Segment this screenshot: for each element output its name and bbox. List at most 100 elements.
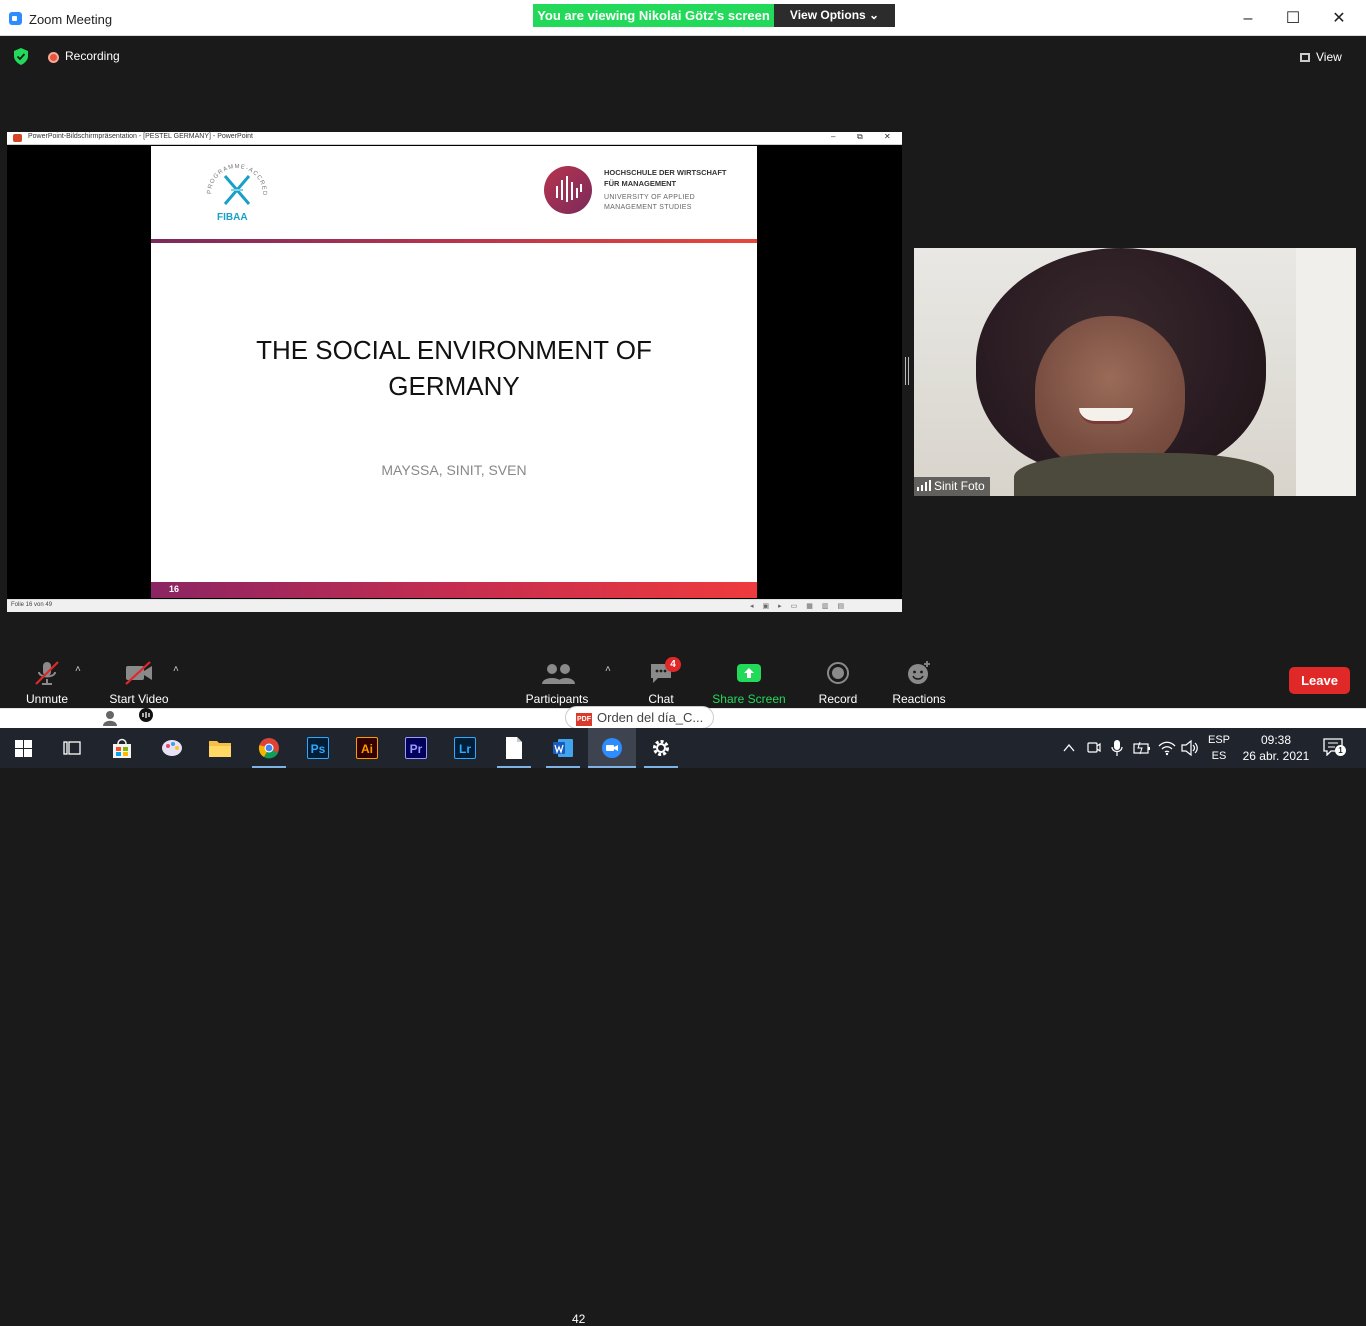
- video-person-smile: [1079, 408, 1133, 424]
- school-logo: [544, 166, 592, 214]
- notifications-button[interactable]: 1: [1323, 738, 1346, 758]
- chat-label: Chat: [648, 692, 674, 706]
- taskbar-zoom[interactable]: [588, 728, 636, 768]
- start-button[interactable]: [0, 728, 48, 768]
- video-options-caret[interactable]: ˄: [173, 664, 179, 675]
- participant-video[interactable]: Sinit Foto: [914, 248, 1356, 496]
- start-video-button[interactable]: Start Video: [106, 650, 172, 706]
- zoom-app-icon: [9, 12, 22, 25]
- shared-screen: PowerPoint-Bildschirmpräsentation - [PES…: [7, 132, 902, 612]
- recording-label: Recording: [65, 49, 120, 63]
- battery-icon[interactable]: [1133, 741, 1151, 755]
- unmute-button[interactable]: Unmute: [20, 650, 74, 706]
- input-language[interactable]: ESP ES: [1206, 732, 1232, 764]
- meet-now-icon[interactable]: [1087, 740, 1101, 756]
- chevron-up-icon[interactable]: [1063, 743, 1075, 753]
- participants-label: Participants: [525, 692, 589, 706]
- powerpoint-title-bar: PowerPoint-Bildschirmpräsentation - [PES…: [7, 132, 902, 145]
- maximize-button[interactable]: ☐: [1281, 8, 1305, 30]
- taskbar-store[interactable]: [98, 728, 146, 768]
- ppt-minimize-icon: –: [831, 132, 836, 141]
- taskbar-document[interactable]: [490, 728, 538, 768]
- view-options-button[interactable]: View Options ⌄: [774, 4, 895, 27]
- view-label: View: [1316, 50, 1342, 64]
- taskbar-settings[interactable]: [637, 728, 685, 768]
- meeting-area: Recording View PowerPoint-Bildschirmpräs…: [0, 36, 1363, 708]
- viewing-screen-banner: You are viewing Nikolai Götz's screen: [533, 4, 774, 27]
- unmute-label: Unmute: [25, 692, 69, 706]
- document-icon: [506, 737, 522, 759]
- photoshop-icon: Ps: [307, 737, 329, 759]
- pdf-attachment-chip[interactable]: PDF Orden del día_C...: [565, 706, 715, 729]
- chat-unread-badge: 4: [665, 657, 681, 672]
- clock-time: 09:38: [1260, 733, 1292, 747]
- taskbar-photoshop[interactable]: Ps: [294, 728, 342, 768]
- windows-taskbar: Ps Ai Pr Lr ESP ES 09:38 26 abr. 2021 1: [0, 728, 1366, 768]
- word-icon: [553, 739, 573, 757]
- taskbar-lightroom[interactable]: Lr: [441, 728, 489, 768]
- minimize-button[interactable]: –: [1236, 8, 1260, 30]
- close-button[interactable]: ✕: [1327, 8, 1351, 30]
- reactions-label: Reactions: [892, 692, 946, 706]
- slide-headline: THE SOCIAL ENVIRONMENT OF GERMANY: [191, 332, 717, 404]
- participants-options-caret[interactable]: ˄: [605, 664, 611, 675]
- powerpoint-window-title: PowerPoint-Bildschirmpräsentation - [PES…: [28, 133, 253, 140]
- view-button[interactable]: View: [1300, 45, 1352, 69]
- task-view-button[interactable]: [48, 728, 96, 768]
- recording-icon: [48, 52, 59, 63]
- school-name-line2: FÜR MANAGEMENT: [604, 179, 677, 188]
- palette-icon: [162, 740, 182, 756]
- share-screen-button[interactable]: Share Screen: [712, 650, 786, 706]
- taskbar-chrome[interactable]: [245, 728, 293, 768]
- slide-top-band: [151, 239, 757, 243]
- video-person-face: [1035, 316, 1185, 472]
- headline-line2: GERMANY: [388, 371, 520, 401]
- leave-button[interactable]: Leave: [1289, 667, 1350, 694]
- zoom-icon: [602, 738, 622, 758]
- slide-number: 16: [169, 584, 180, 594]
- school-sub-line2: MANAGEMENT STUDIES: [604, 204, 692, 211]
- volume-icon[interactable]: [1181, 740, 1199, 756]
- store-icon: [113, 738, 131, 758]
- pdf-icon: PDF: [576, 713, 592, 726]
- person-icon: [103, 711, 117, 726]
- audio-options-caret[interactable]: ˄: [75, 664, 81, 675]
- presentation-slide: PROGRAMME-ACCREDITED FIBAA HOCHSCHULE DE…: [151, 146, 757, 598]
- pdf-filename: Orden del día_C...: [597, 710, 704, 725]
- task-view-icon: [63, 741, 81, 755]
- participants-icon: [542, 664, 575, 684]
- gear-icon: [653, 740, 669, 756]
- grid-icon: [1300, 53, 1310, 62]
- fibaa-text: FIBAA: [217, 212, 248, 223]
- video-background-wall: [1296, 248, 1356, 496]
- video-person-body: [1014, 453, 1274, 496]
- wifi-icon[interactable]: [1158, 740, 1176, 756]
- illustrator-icon: Ai: [356, 737, 378, 759]
- taskbar-premiere[interactable]: Pr: [392, 728, 440, 768]
- presenter-view-icons: ◂▣▸▭▦▥▤: [750, 603, 854, 610]
- school-sub-line1: UNIVERSITY OF APPLIED: [604, 194, 695, 201]
- taskbar-clock[interactable]: 09:38 26 abr. 2021: [1240, 732, 1312, 764]
- slide-counter: Folie 16 von 49: [11, 602, 53, 608]
- taskbar-illustrator[interactable]: Ai: [343, 728, 391, 768]
- taskbar-paint-app[interactable]: [148, 728, 196, 768]
- slide-authors: MAYSSA, SINIT, SVEN: [381, 462, 527, 478]
- reactions-button[interactable]: Reactions: [890, 650, 948, 706]
- school-name: HOCHSCHULE DER WIRTSCHAFT FÜR MANAGEMENT: [604, 167, 727, 189]
- slide-bottom-band: [151, 582, 757, 598]
- record-button[interactable]: Record: [816, 650, 860, 706]
- shield-icon[interactable]: [13, 48, 29, 65]
- resize-handle[interactable]: [905, 357, 909, 385]
- participants-button[interactable]: Participants: [522, 650, 592, 706]
- microphone-icon[interactable]: [1111, 739, 1123, 757]
- language-code: ESP: [1207, 734, 1230, 746]
- participant-count: 42: [572, 1312, 586, 1326]
- taskbar-file-explorer[interactable]: [196, 728, 244, 768]
- record-icon: [827, 662, 849, 684]
- share-screen-icon: [737, 664, 761, 682]
- folder-icon: [209, 741, 231, 757]
- chrome-icon: [258, 738, 279, 759]
- taskbar-word[interactable]: [539, 728, 587, 768]
- ppt-close-icon: ✕: [884, 132, 891, 141]
- headline-line1: THE SOCIAL ENVIRONMENT OF: [256, 335, 652, 365]
